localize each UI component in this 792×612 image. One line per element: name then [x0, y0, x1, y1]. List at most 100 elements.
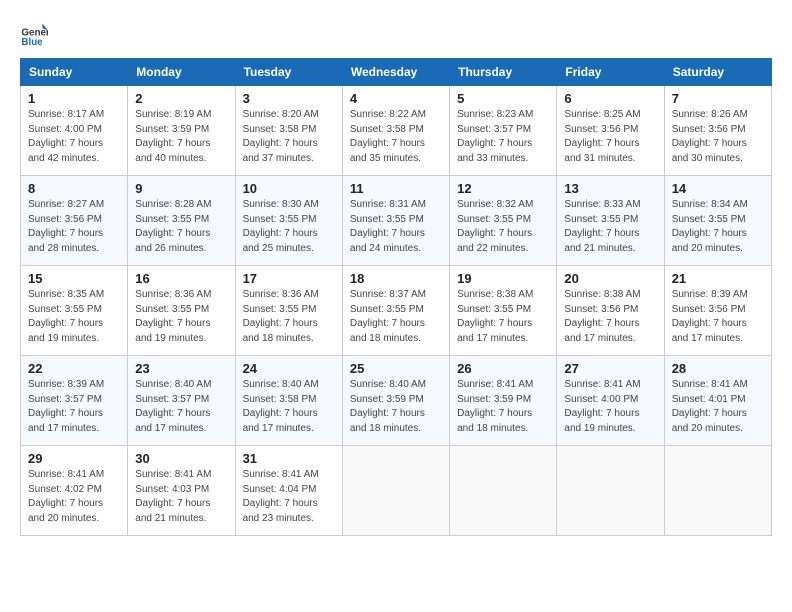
- day-number: 16: [135, 271, 227, 286]
- day-info: Sunrise: 8:23 AMSunset: 3:57 PMDaylight:…: [457, 108, 549, 166]
- day-info: Sunrise: 8:41 AMSunset: 4:01 PMDaylight:…: [672, 378, 764, 436]
- day-info: Sunrise: 8:34 AMSunset: 3:55 PMDaylight:…: [672, 198, 764, 256]
- day-info: Sunrise: 8:20 AMSunset: 3:58 PMDaylight:…: [243, 108, 335, 166]
- calendar-week-row: 22 Sunrise: 8:39 AMSunset: 3:57 PMDayligh…: [21, 356, 772, 446]
- day-number: 10: [243, 181, 335, 196]
- calendar-cell: 29 Sunrise: 8:41 AMSunset: 4:02 PMDayligh…: [21, 446, 128, 536]
- calendar-cell: 3 Sunrise: 8:20 AMSunset: 3:58 PMDaylight…: [235, 86, 342, 176]
- calendar-cell: 5Sunrise: 8:23 AMSunset: 3:57 PMDaylight…: [450, 86, 557, 176]
- calendar-cell: 23 Sunrise: 8:40 AMSunset: 3:57 PMDayligh…: [128, 356, 235, 446]
- calendar-cell: 31 Sunrise: 8:41 AMSunset: 4:04 PMDayligh…: [235, 446, 342, 536]
- day-info: Sunrise: 8:40 AMSunset: 3:58 PMDaylight:…: [243, 378, 335, 436]
- calendar-cell: 25Sunrise: 8:40 AMSunset: 3:59 PMDayligh…: [342, 356, 449, 446]
- day-info: Sunrise: 8:28 AMSunset: 3:55 PMDaylight:…: [135, 198, 227, 256]
- calendar-week-row: 1Sunrise: 8:17 AMSunset: 4:00 PMDaylight…: [21, 86, 772, 176]
- weekday-header-monday: Monday: [128, 59, 235, 86]
- day-number: 15: [28, 271, 120, 286]
- calendar-cell: 7Sunrise: 8:26 AMSunset: 3:56 PMDaylight…: [664, 86, 771, 176]
- calendar-cell: [450, 446, 557, 536]
- day-info: Sunrise: 8:19 AMSunset: 3:59 PMDaylight:…: [135, 108, 227, 166]
- calendar-cell: 13 Sunrise: 8:33 AMSunset: 3:55 PMDayligh…: [557, 176, 664, 266]
- day-number: 24: [243, 361, 335, 376]
- calendar-week-row: 15 Sunrise: 8:35 AMSunset: 3:55 PMDayligh…: [21, 266, 772, 356]
- weekday-header-thursday: Thursday: [450, 59, 557, 86]
- calendar-cell: 28 Sunrise: 8:41 AMSunset: 4:01 PMDayligh…: [664, 356, 771, 446]
- calendar-cell: 8 Sunrise: 8:27 AMSunset: 3:56 PMDaylight…: [21, 176, 128, 266]
- day-number: 23: [135, 361, 227, 376]
- day-number: 21: [672, 271, 764, 286]
- calendar-cell: 18 Sunrise: 8:37 AMSunset: 3:55 PMDayligh…: [342, 266, 449, 356]
- day-info: Sunrise: 8:27 AMSunset: 3:56 PMDaylight:…: [28, 198, 120, 256]
- day-number: 17: [243, 271, 335, 286]
- day-number: 14: [672, 181, 764, 196]
- day-info: Sunrise: 8:22 AMSunset: 3:58 PMDaylight:…: [350, 108, 442, 166]
- day-number: 30: [135, 451, 227, 466]
- calendar-cell: 1Sunrise: 8:17 AMSunset: 4:00 PMDaylight…: [21, 86, 128, 176]
- day-number: 20: [564, 271, 656, 286]
- day-number: 18: [350, 271, 442, 286]
- calendar-cell: 4 Sunrise: 8:22 AMSunset: 3:58 PMDaylight…: [342, 86, 449, 176]
- day-info: Sunrise: 8:41 AMSunset: 4:04 PMDaylight:…: [243, 468, 335, 526]
- day-number: 13: [564, 181, 656, 196]
- day-info: Sunrise: 8:41 AMSunset: 4:00 PMDaylight:…: [564, 378, 656, 436]
- calendar-cell: [557, 446, 664, 536]
- day-number: 4: [350, 91, 442, 106]
- calendar-week-row: 8 Sunrise: 8:27 AMSunset: 3:56 PMDaylight…: [21, 176, 772, 266]
- day-number: 11: [350, 181, 442, 196]
- day-info: Sunrise: 8:40 AMSunset: 3:57 PMDaylight:…: [135, 378, 227, 436]
- day-info: Sunrise: 8:37 AMSunset: 3:55 PMDaylight:…: [350, 288, 442, 346]
- day-number: 28: [672, 361, 764, 376]
- calendar-cell: 17 Sunrise: 8:36 AMSunset: 3:55 PMDayligh…: [235, 266, 342, 356]
- day-info: Sunrise: 8:38 AMSunset: 3:56 PMDaylight:…: [564, 288, 656, 346]
- weekday-header-row: SundayMondayTuesdayWednesdayThursdayFrid…: [21, 59, 772, 86]
- weekday-header-tuesday: Tuesday: [235, 59, 342, 86]
- calendar-cell: [664, 446, 771, 536]
- calendar-cell: 21Sunrise: 8:39 AMSunset: 3:56 PMDayligh…: [664, 266, 771, 356]
- svg-text:Blue: Blue: [21, 37, 43, 48]
- calendar-cell: 19 Sunrise: 8:38 AMSunset: 3:55 PMDayligh…: [450, 266, 557, 356]
- day-number: 29: [28, 451, 120, 466]
- calendar-cell: 27 Sunrise: 8:41 AMSunset: 4:00 PMDayligh…: [557, 356, 664, 446]
- day-info: Sunrise: 8:31 AMSunset: 3:55 PMDaylight:…: [350, 198, 442, 256]
- logo: General Blue: [20, 20, 52, 48]
- day-number: 27: [564, 361, 656, 376]
- calendar-cell: 2Sunrise: 8:19 AMSunset: 3:59 PMDaylight…: [128, 86, 235, 176]
- calendar-cell: 6 Sunrise: 8:25 AMSunset: 3:56 PMDaylight…: [557, 86, 664, 176]
- day-number: 6: [564, 91, 656, 106]
- day-info: Sunrise: 8:32 AMSunset: 3:55 PMDaylight:…: [457, 198, 549, 256]
- day-number: 12: [457, 181, 549, 196]
- calendar-cell: 12 Sunrise: 8:32 AMSunset: 3:55 PMDayligh…: [450, 176, 557, 266]
- day-info: Sunrise: 8:41 AMSunset: 3:59 PMDaylight:…: [457, 378, 549, 436]
- day-number: 19: [457, 271, 549, 286]
- calendar-cell: [342, 446, 449, 536]
- day-number: 9: [135, 181, 227, 196]
- weekday-header-friday: Friday: [557, 59, 664, 86]
- day-info: Sunrise: 8:41 AMSunset: 4:02 PMDaylight:…: [28, 468, 120, 526]
- day-number: 22: [28, 361, 120, 376]
- day-number: 31: [243, 451, 335, 466]
- calendar-cell: 14 Sunrise: 8:34 AMSunset: 3:55 PMDayligh…: [664, 176, 771, 266]
- day-number: 26: [457, 361, 549, 376]
- day-info: Sunrise: 8:35 AMSunset: 3:55 PMDaylight:…: [28, 288, 120, 346]
- page-header: General Blue: [20, 20, 772, 48]
- day-info: Sunrise: 8:36 AMSunset: 3:55 PMDaylight:…: [243, 288, 335, 346]
- day-number: 8: [28, 181, 120, 196]
- calendar-table: SundayMondayTuesdayWednesdayThursdayFrid…: [20, 58, 772, 536]
- calendar-cell: 11 Sunrise: 8:31 AMSunset: 3:55 PMDayligh…: [342, 176, 449, 266]
- day-info: Sunrise: 8:33 AMSunset: 3:55 PMDaylight:…: [564, 198, 656, 256]
- day-info: Sunrise: 8:39 AMSunset: 3:57 PMDaylight:…: [28, 378, 120, 436]
- day-info: Sunrise: 8:26 AMSunset: 3:56 PMDaylight:…: [672, 108, 764, 166]
- logo-icon: General Blue: [20, 20, 48, 48]
- day-info: Sunrise: 8:30 AMSunset: 3:55 PMDaylight:…: [243, 198, 335, 256]
- calendar-cell: 22 Sunrise: 8:39 AMSunset: 3:57 PMDayligh…: [21, 356, 128, 446]
- day-number: 3: [243, 91, 335, 106]
- day-info: Sunrise: 8:25 AMSunset: 3:56 PMDaylight:…: [564, 108, 656, 166]
- calendar-cell: 10 Sunrise: 8:30 AMSunset: 3:55 PMDayligh…: [235, 176, 342, 266]
- day-info: Sunrise: 8:38 AMSunset: 3:55 PMDaylight:…: [457, 288, 549, 346]
- calendar-cell: 20 Sunrise: 8:38 AMSunset: 3:56 PMDayligh…: [557, 266, 664, 356]
- day-info: Sunrise: 8:17 AMSunset: 4:00 PMDaylight:…: [28, 108, 120, 166]
- calendar-cell: 24 Sunrise: 8:40 AMSunset: 3:58 PMDayligh…: [235, 356, 342, 446]
- day-info: Sunrise: 8:41 AMSunset: 4:03 PMDaylight:…: [135, 468, 227, 526]
- day-info: Sunrise: 8:36 AMSunset: 3:55 PMDaylight:…: [135, 288, 227, 346]
- calendar-cell: 15 Sunrise: 8:35 AMSunset: 3:55 PMDayligh…: [21, 266, 128, 356]
